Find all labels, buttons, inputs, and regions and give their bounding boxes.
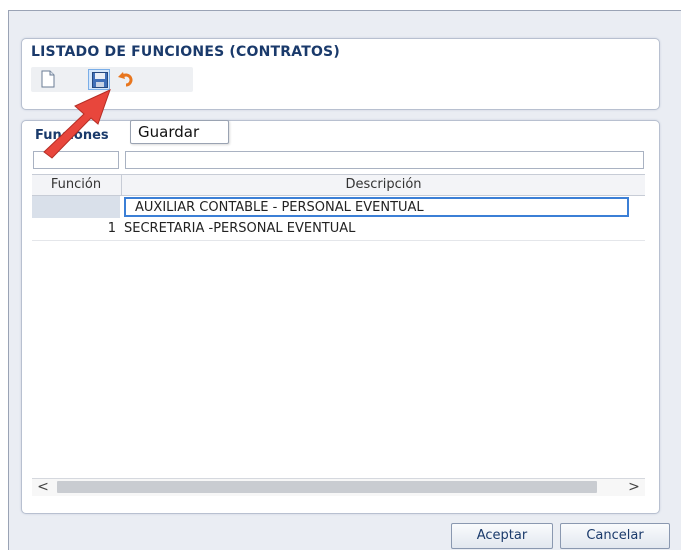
column-header-descripcion[interactable]: Descripción	[122, 177, 645, 192]
horizontal-scrollbar[interactable]: < >	[32, 478, 645, 496]
new-document-icon	[41, 70, 55, 88]
table-body: AUXILIAR CONTABLE - PERSONAL EVENTUAL 1 …	[32, 196, 645, 478]
table-header: Función Descripción	[32, 174, 645, 196]
table-row[interactable]: 1 SECRETARIA -PERSONAL EVENTUAL	[32, 218, 645, 241]
scroll-thumb[interactable]	[57, 481, 597, 493]
cell-descripcion[interactable]: SECRETARIA -PERSONAL EVENTUAL	[124, 218, 355, 240]
accept-button[interactable]: Aceptar	[451, 523, 553, 549]
filter-row	[33, 151, 644, 171]
cell-funcion[interactable]	[32, 196, 120, 218]
floppy-disk-icon	[92, 72, 108, 88]
scroll-left-icon[interactable]: <	[34, 479, 52, 496]
header-panel: LISTADO DE FUNCIONES (CONTRATOS)	[21, 38, 660, 110]
table-row[interactable]: AUXILIAR CONTABLE - PERSONAL EVENTUAL	[32, 196, 645, 218]
page-title: LISTADO DE FUNCIONES (CONTRATOS)	[31, 44, 340, 60]
filter-funcion-input[interactable]	[33, 151, 119, 169]
funciones-panel: Funciones Función Descripción AUXILIAR C…	[21, 120, 660, 514]
new-button[interactable]	[37, 69, 59, 90]
save-button[interactable]	[88, 69, 110, 90]
undo-arrow-icon	[118, 72, 133, 87]
cell-descripcion-editing[interactable]: AUXILIAR CONTABLE - PERSONAL EVENTUAL	[124, 197, 629, 217]
cancel-button[interactable]: Cancelar	[560, 523, 670, 549]
toolbar	[31, 67, 193, 92]
column-header-funcion[interactable]: Función	[32, 177, 120, 192]
undo-button[interactable]	[115, 69, 137, 90]
scroll-right-icon[interactable]: >	[625, 479, 643, 496]
save-tooltip: Guardar	[130, 120, 229, 144]
filter-descripcion-input[interactable]	[125, 151, 644, 169]
section-title: Funciones	[35, 128, 109, 143]
cell-funcion[interactable]: 1	[32, 218, 120, 240]
